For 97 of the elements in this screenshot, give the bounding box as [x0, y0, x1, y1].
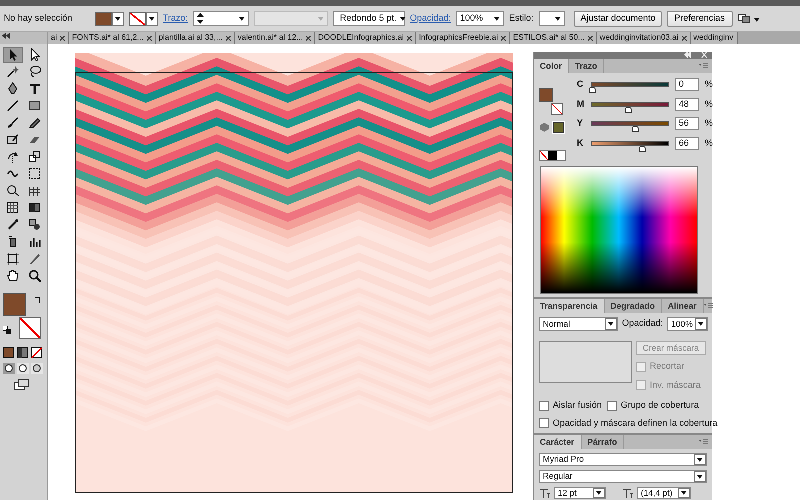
- panel-tab[interactable]: Alinear: [662, 299, 704, 313]
- opacity-field[interactable]: 100%: [456, 11, 504, 26]
- checkbox[interactable]: [607, 400, 618, 411]
- document-tab[interactable]: DOODLEInfographics.ai: [315, 32, 416, 44]
- close-icon[interactable]: [306, 36, 312, 40]
- caret-icon[interactable]: [605, 318, 618, 330]
- checkbox-label: Recortar: [650, 360, 685, 373]
- slider-label: C: [577, 78, 584, 91]
- slider-label: K: [577, 136, 584, 150]
- stepper-icon[interactable]: [197, 13, 204, 24]
- unit-label: %: [705, 98, 714, 110]
- draw-normal-icon[interactable]: [3, 363, 15, 374]
- stroke-swatch[interactable]: [129, 12, 146, 26]
- default-colors-icon[interactable]: [3, 323, 11, 336]
- document-tab[interactable]: ai: [48, 32, 70, 44]
- font-size-field[interactable]: 12 pt: [554, 487, 606, 499]
- font-size-icon: [539, 488, 551, 498]
- stroke-swatch[interactable]: [551, 103, 563, 115]
- document-tab[interactable]: ESTILOS.ai* al 50...: [510, 32, 597, 44]
- color-mode-icon[interactable]: [3, 347, 15, 359]
- fill-swatch[interactable]: [95, 12, 112, 26]
- document-tab[interactable]: plantilla.ai al 33,...: [156, 32, 235, 44]
- unit-label: %: [705, 78, 714, 91]
- slider-label: Y: [577, 117, 584, 130]
- caret-icon[interactable]: [694, 471, 706, 482]
- caret-icon[interactable]: [694, 454, 706, 465]
- document-tab[interactable]: InfographicsFreebie.ai: [416, 32, 510, 44]
- draw-behind-icon[interactable]: [17, 363, 29, 374]
- close-icon[interactable]: [60, 36, 66, 40]
- checkbox[interactable]: [539, 418, 549, 428]
- leading-icon: [622, 488, 634, 498]
- close-icon[interactable]: [588, 36, 593, 40]
- stroke-link[interactable]: Trazo:: [163, 12, 188, 26]
- opacity-label: Opacidad:: [622, 317, 664, 330]
- arrange-icon[interactable]: [738, 12, 760, 24]
- slider-thumb[interactable]: [632, 126, 639, 132]
- gamut-swatch[interactable]: [553, 122, 564, 133]
- close-icon[interactable]: [226, 36, 231, 40]
- slider-thumb[interactable]: [639, 146, 646, 152]
- caret-icon[interactable]: [678, 488, 690, 498]
- gradient-mode-icon[interactable]: [17, 347, 29, 359]
- value-field[interactable]: 48: [675, 98, 699, 111]
- close-icon[interactable]: [682, 36, 687, 40]
- cube-icon[interactable]: [540, 123, 549, 132]
- leading-field[interactable]: (14,4 pt): [637, 487, 691, 499]
- dropdown-caret-icon[interactable]: [146, 12, 158, 26]
- brush-dropdown[interactable]: Redondo 5 pt.: [333, 11, 406, 26]
- color-spectrum[interactable]: [540, 166, 698, 294]
- dropdown-caret-icon[interactable]: [112, 12, 124, 26]
- none-mode-icon[interactable]: [31, 347, 43, 359]
- caret-icon[interactable]: [593, 488, 605, 498]
- dock-controls-icon[interactable]: [684, 52, 708, 58]
- close-icon[interactable]: [407, 36, 412, 40]
- panel-tab[interactable]: Color: [534, 59, 570, 73]
- fill-swatch[interactable]: [539, 88, 553, 102]
- panel-tab[interactable]: Degradado: [604, 299, 662, 313]
- unit-label: %: [705, 136, 714, 150]
- style-dropdown[interactable]: Regular: [539, 470, 707, 483]
- value-field[interactable]: 0: [675, 78, 699, 92]
- opacity-field[interactable]: 100%: [667, 317, 708, 331]
- color-swatch[interactable]: [548, 151, 557, 160]
- slider-thumb[interactable]: [589, 87, 596, 94]
- preferences-button[interactable]: Preferencias: [666, 10, 733, 26]
- panel-tab[interactable]: Trazo: [569, 59, 604, 73]
- blend-mode-dropdown[interactable]: Normal: [539, 317, 618, 331]
- caret-icon[interactable]: [695, 318, 707, 330]
- selection-status: No hay selección: [4, 12, 74, 25]
- none-swatch[interactable]: [540, 151, 548, 160]
- checkbox-label: Grupo de cobertura: [621, 399, 700, 412]
- close-icon[interactable]: [146, 36, 152, 40]
- document-tab[interactable]: valentin.ai* al 12...: [234, 32, 316, 44]
- checkbox-label: Aislar fusión: [553, 399, 602, 412]
- value-field[interactable]: 66: [675, 136, 699, 150]
- panel-tab[interactable]: Párrafo: [582, 435, 624, 449]
- checkbox-label: Inv. máscara: [650, 378, 701, 392]
- style-label: Estilo:: [509, 12, 534, 25]
- stroke-weight-field[interactable]: [193, 11, 250, 26]
- close-icon[interactable]: [501, 36, 506, 40]
- draw-inside-icon[interactable]: [31, 363, 43, 374]
- font-dropdown[interactable]: Myriad Pro: [539, 453, 707, 466]
- stroke-swatch[interactable]: [19, 317, 41, 339]
- checkbox[interactable]: [539, 400, 549, 411]
- opacity-link[interactable]: Opacidad:: [410, 12, 452, 26]
- checkbox-label: Opacidad y máscara definen la cobertura: [553, 416, 718, 430]
- style-dropdown[interactable]: [538, 11, 565, 26]
- screen-mode-icon[interactable]: [14, 379, 30, 391]
- panel-tab[interactable]: Transparencia: [534, 299, 605, 313]
- document-tab[interactable]: weddinginv: [690, 32, 738, 44]
- slider-label: M: [577, 98, 585, 110]
- document-tab[interactable]: weddinginvitation03.ai: [596, 32, 691, 44]
- document-setup-button[interactable]: Ajustar documento: [574, 10, 662, 26]
- fill-swatch[interactable]: [3, 293, 26, 316]
- unit-label: %: [705, 117, 714, 130]
- document-tab[interactable]: FONTS.ai* al 61,2...: [69, 32, 156, 44]
- value-field[interactable]: 56: [675, 117, 699, 130]
- panel-tab[interactable]: Carácter: [534, 435, 582, 449]
- slider-thumb[interactable]: [625, 106, 632, 113]
